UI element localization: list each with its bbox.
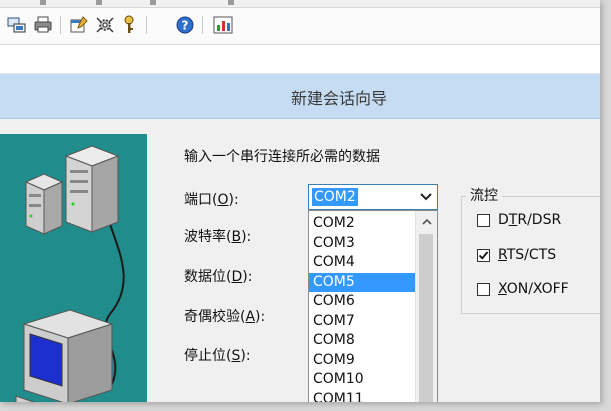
databits-label-text: 数据位(	[184, 269, 232, 285]
port-label-text: 端口(	[184, 192, 218, 208]
baud-label-accesskey: B	[231, 229, 242, 245]
port-combobox[interactable]: COM2	[308, 184, 438, 210]
port-label-accesskey: O	[217, 192, 229, 208]
chevron-up-icon[interactable]	[416, 211, 437, 232]
xon-xoff-label-suffix: ON/XOFF	[506, 281, 569, 297]
toolbar-separator	[60, 16, 61, 34]
instruction-text: 输入一个串行连接所必需的数据	[184, 149, 380, 165]
menu-fragment	[40, 0, 46, 5]
dropdown-option[interactable]: COM10	[309, 370, 416, 390]
parity-label-accesskey: A	[245, 309, 256, 325]
rts-cts-label-suffix: TS/CTS	[506, 247, 557, 263]
properties-icon[interactable]	[68, 14, 90, 36]
print-icon[interactable]	[32, 14, 54, 36]
dtr-dsr-label: DTR/DSR	[498, 212, 561, 228]
chevron-down-icon[interactable]	[415, 185, 437, 209]
data-bits-label: 数据位(D):	[184, 266, 252, 286]
chart-icon[interactable]	[212, 14, 234, 36]
dtr-dsr-label-suffix: R/DSR	[517, 212, 562, 228]
connect-icon[interactable]	[6, 14, 28, 36]
app-window: ? 新建会话向导 输入一个串行连接所必需的数据 端口(O): 波特率(B): 数…	[0, 0, 600, 402]
parity-label: 奇偶校验(A):	[184, 306, 265, 326]
toolbar-separator	[146, 16, 147, 34]
dropdown-option[interactable]: COM8	[309, 331, 416, 351]
menu-fragment	[150, 0, 156, 5]
menu-fragment	[228, 0, 234, 5]
port-dropdown-list: COM2 COM3 COM4 COM5 COM6 COM7 COM8 COM9 …	[308, 210, 438, 402]
menu-bar	[0, 0, 600, 8]
stopbits-label-suffix: ):	[240, 348, 251, 364]
dialog-title-bar: 新建会话向导	[0, 74, 600, 119]
dialog-title: 新建会话向导	[291, 89, 388, 108]
menu-fragment	[96, 0, 102, 5]
baud-label-text: 波特率(	[184, 229, 232, 245]
dtr-dsr-checkbox[interactable]: DTR/DSR	[477, 212, 561, 228]
port-label: 端口(O):	[184, 189, 239, 209]
dropdown-option[interactable]: COM6	[309, 292, 416, 312]
dropdown-option[interactable]: COM3	[309, 234, 416, 254]
parity-label-suffix: ):	[255, 309, 266, 325]
xon-xoff-label: XON/XOFF	[498, 281, 569, 297]
xon-xoff-accesskey: X	[498, 281, 507, 297]
servers-and-computer-image	[15, 145, 125, 402]
svg-text:?: ?	[182, 19, 189, 33]
scrollbar-thumb[interactable]	[419, 234, 433, 402]
settings-icon[interactable]	[94, 14, 116, 36]
databits-label-accesskey: D	[231, 269, 243, 285]
baud-label-suffix: ):	[241, 229, 252, 245]
stopbits-label-text: 停止位(	[184, 348, 232, 364]
dropdown-option[interactable]: COM11	[309, 390, 416, 403]
port-combobox-value: COM2	[312, 188, 358, 206]
toolbar-separator	[202, 16, 203, 34]
dropdown-option[interactable]: COM2	[309, 214, 416, 234]
dtr-dsr-label-prefix: D	[498, 212, 509, 228]
port-label-suffix: ):	[228, 192, 239, 208]
dropdown-option[interactable]: COM9	[309, 351, 416, 371]
toolbar: ?	[0, 8, 600, 45]
address-strip	[0, 45, 600, 74]
rts-cts-checkbox[interactable]: RTS/CTS	[477, 247, 556, 263]
rts-cts-accesskey: R	[498, 247, 507, 263]
stop-bits-label: 停止位(S):	[184, 345, 251, 365]
checkbox-box[interactable]	[477, 213, 490, 227]
flow-control-title: 流控	[466, 185, 502, 205]
parity-label-text: 奇偶校验(	[184, 309, 246, 325]
xon-xoff-checkbox[interactable]: XON/XOFF	[477, 281, 569, 297]
checkbox-box[interactable]	[477, 282, 490, 296]
network-illustration	[0, 134, 147, 402]
databits-label-suffix: ):	[242, 269, 253, 285]
checkbox-box-checked[interactable]	[477, 248, 490, 262]
dropdown-scrollbar[interactable]	[415, 211, 437, 402]
key-icon[interactable]	[118, 14, 140, 36]
rts-cts-label: RTS/CTS	[498, 247, 556, 263]
baud-rate-label: 波特率(B):	[184, 226, 251, 246]
dropdown-option[interactable]: COM7	[309, 312, 416, 332]
help-icon[interactable]: ?	[174, 14, 196, 36]
dropdown-option[interactable]: COM4	[309, 253, 416, 273]
check-icon	[478, 250, 489, 260]
dropdown-option-highlighted[interactable]: COM5	[309, 272, 416, 292]
